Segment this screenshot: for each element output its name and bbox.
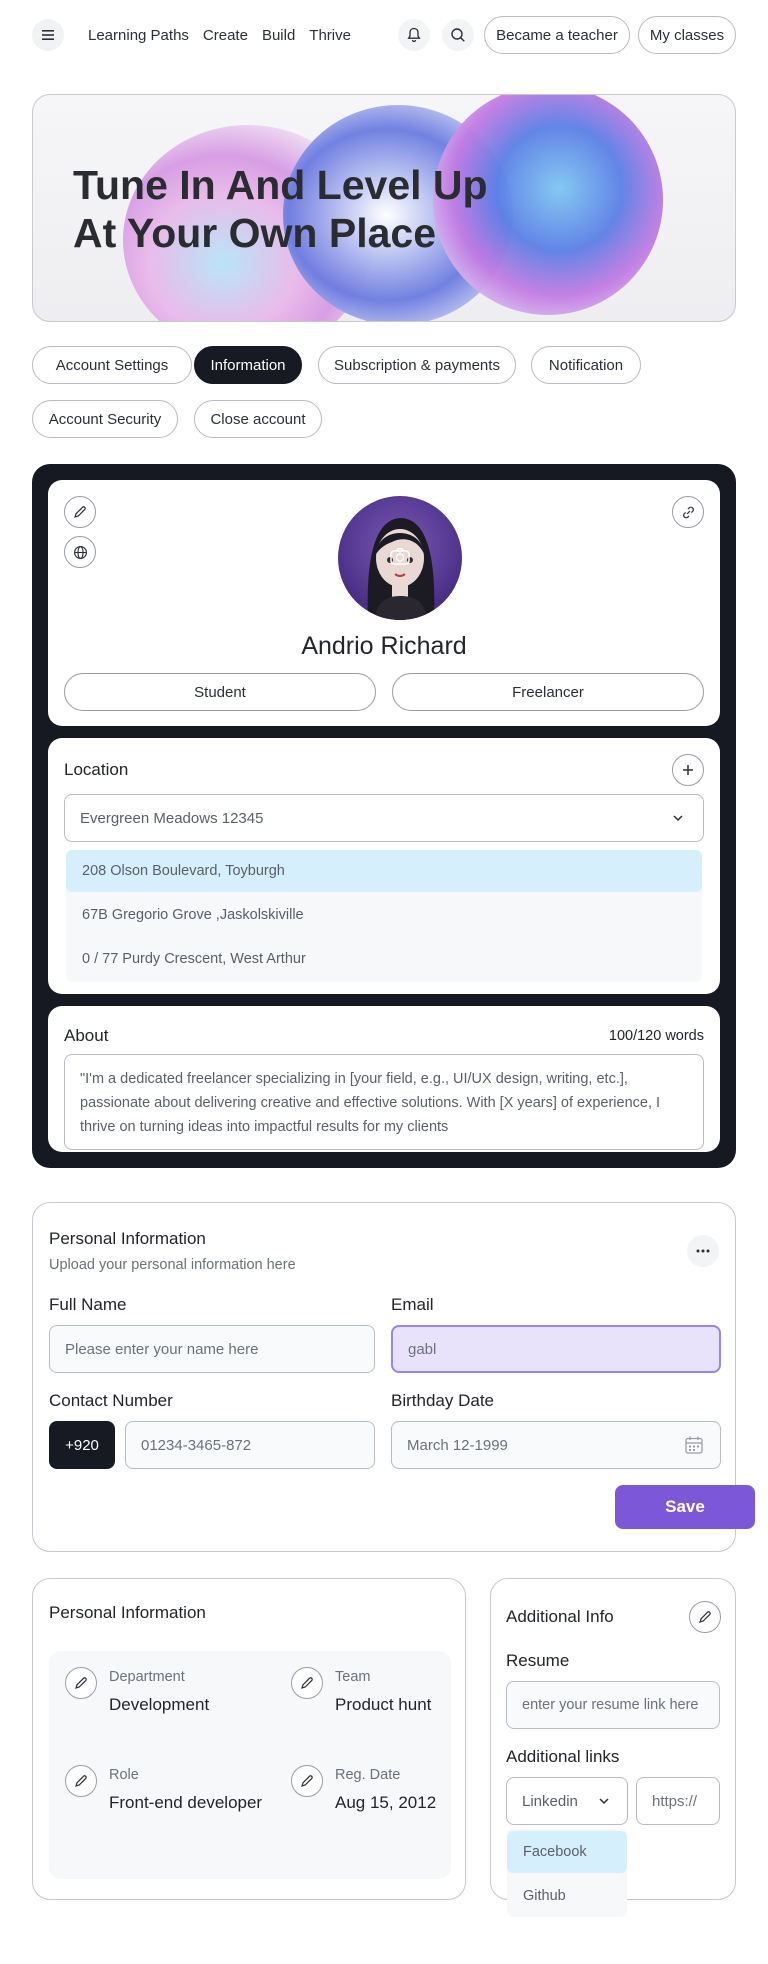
edit-team-icon[interactable] xyxy=(291,1667,323,1699)
tab-account-settings[interactable]: Account Settings xyxy=(32,346,192,384)
role-value: Front-end developer xyxy=(109,1793,263,1812)
personal-info-details: Personal Information Department Developm… xyxy=(32,1578,466,1900)
phone-input[interactable]: 01234-3465-872 xyxy=(125,1421,375,1469)
about-text-line: "I'm a dedicated freelancer specializing… xyxy=(80,1071,628,1087)
reg-date-value: Aug 15, 2012 xyxy=(335,1793,437,1812)
more-options-icon[interactable] xyxy=(687,1235,719,1267)
role-freelancer-button[interactable]: Freelancer xyxy=(392,673,704,711)
about-card: About 100/120 words "I'm a dedicated fre… xyxy=(48,1006,720,1152)
email-label: Email xyxy=(391,1295,434,1314)
chevron-down-icon xyxy=(597,1794,611,1812)
add-location-button[interactable] xyxy=(672,754,704,786)
top-nav: Learning Paths Create Build Thrive Becam… xyxy=(32,16,736,54)
role-student-button[interactable]: Student xyxy=(64,673,376,711)
location-option[interactable]: 208 Olson Boulevard, Toyburgh xyxy=(66,850,702,892)
location-option[interactable]: 0 / 77 Purdy Crescent, West Arthur xyxy=(66,938,702,980)
tab-account-security[interactable]: Account Security xyxy=(32,400,178,438)
full-name-label: Full Name xyxy=(49,1295,127,1314)
reg-date-label: Reg. Date xyxy=(335,1767,401,1783)
department-label: Department xyxy=(109,1669,185,1685)
hero-title-line-1: Tune In And Level Up xyxy=(73,162,488,208)
country-code-select[interactable]: +920 xyxy=(49,1421,115,1469)
profile-card: Andrio Richard Student Freelancer xyxy=(48,480,720,726)
team-label: Team xyxy=(335,1669,371,1685)
edit-additional-icon[interactable] xyxy=(689,1601,721,1633)
role-label: Role xyxy=(109,1767,139,1783)
about-text-line: passionate about delivering creative and… xyxy=(80,1095,661,1111)
additional-info-title: Additional Info xyxy=(506,1607,614,1626)
link-type-select[interactable]: Linkedin xyxy=(506,1777,628,1825)
contact-number-label: Contact Number xyxy=(49,1391,173,1410)
calendar-icon[interactable] xyxy=(684,1435,704,1459)
personal-form-subtitle: Upload your personal information here xyxy=(49,1257,296,1273)
location-option[interactable]: 67B Gregorio Grove ,Jaskolskiville xyxy=(66,894,702,936)
birthday-label: Birthday Date xyxy=(391,1391,494,1410)
nav-link-create[interactable]: Create xyxy=(203,27,248,44)
team-value: Product hunt xyxy=(335,1695,432,1714)
hero-banner: Tune In And Level Up At Your Own Place xyxy=(32,94,736,322)
edit-reg-date-icon[interactable] xyxy=(291,1765,323,1797)
link-option-github[interactable]: Github xyxy=(507,1875,627,1917)
birthday-input[interactable]: March 12-1999 xyxy=(391,1421,721,1469)
globe-icon[interactable] xyxy=(64,536,96,568)
full-name-input[interactable]: Please enter your name here xyxy=(49,1325,375,1373)
my-classes-button[interactable]: My classes xyxy=(638,16,736,54)
tab-information[interactable]: Information xyxy=(194,346,302,384)
nav-link-build[interactable]: Build xyxy=(262,27,295,44)
nav-link-learning-paths[interactable]: Learning Paths xyxy=(88,27,189,44)
edit-department-icon[interactable] xyxy=(65,1667,97,1699)
additional-links-label: Additional links xyxy=(506,1747,620,1766)
tab-subscription-payments[interactable]: Subscription & payments xyxy=(318,346,516,384)
about-word-count: 100/120 words xyxy=(608,1028,704,1044)
location-title: Location xyxy=(64,760,129,779)
email-input[interactable]: gabl xyxy=(391,1325,721,1373)
about-textarea[interactable]: "I'm a dedicated freelancer specializing… xyxy=(64,1054,704,1150)
link-option-facebook[interactable]: Facebook xyxy=(507,1831,627,1873)
link-type-value: Linkedin xyxy=(522,1792,578,1810)
hamburger-icon xyxy=(32,19,64,51)
location-card: Location Evergreen Meadows 12345 208 Ols… xyxy=(48,738,720,994)
profile-panel: Andrio Richard Student Freelancer Locati… xyxy=(32,464,736,1168)
personal-form-title: Personal Information xyxy=(49,1229,206,1248)
personal-info-grid: Department Development Team Product hunt… xyxy=(49,1651,451,1879)
hero-title-line-2: At Your Own Place xyxy=(73,210,437,256)
link-url-input[interactable]: https:// xyxy=(636,1777,720,1825)
save-button[interactable]: Save xyxy=(615,1485,755,1529)
menu-button[interactable] xyxy=(32,16,64,54)
resume-input[interactable]: enter your resume link here xyxy=(506,1681,720,1729)
nav-link-thrive[interactable]: Thrive xyxy=(309,27,351,44)
search-icon[interactable] xyxy=(442,19,474,51)
personal-info-title: Personal Information xyxy=(49,1603,206,1622)
location-selected-value: Evergreen Meadows 12345 xyxy=(80,809,264,827)
camera-icon[interactable] xyxy=(388,544,412,568)
edit-icon[interactable] xyxy=(64,496,96,528)
about-text-line: thrive on turning ideas into impactful r… xyxy=(80,1119,449,1135)
department-value: Development xyxy=(109,1695,210,1714)
notification-bell-icon[interactable] xyxy=(398,19,430,51)
chevron-down-icon xyxy=(671,811,685,829)
link-icon[interactable] xyxy=(672,496,704,528)
profile-name: Andrio Richard xyxy=(301,632,467,660)
became-teacher-button[interactable]: Became a teacher xyxy=(484,16,630,54)
personal-info-form: Personal Information Upload your persona… xyxy=(32,1202,755,1552)
edit-role-icon[interactable] xyxy=(65,1765,97,1797)
additional-info-card: Additional Info Resume enter your resume… xyxy=(490,1578,736,1917)
hero-title: Tune In And Level Up At Your Own Place xyxy=(73,161,488,257)
tab-close-account[interactable]: Close account xyxy=(194,400,322,438)
avatar[interactable] xyxy=(338,496,462,620)
about-title: About xyxy=(64,1026,109,1045)
birthday-value: March 12-1999 xyxy=(407,1436,508,1454)
resume-label: Resume xyxy=(506,1651,570,1670)
tab-notification[interactable]: Notification xyxy=(531,346,641,384)
location-select[interactable]: Evergreen Meadows 12345 xyxy=(64,794,704,842)
